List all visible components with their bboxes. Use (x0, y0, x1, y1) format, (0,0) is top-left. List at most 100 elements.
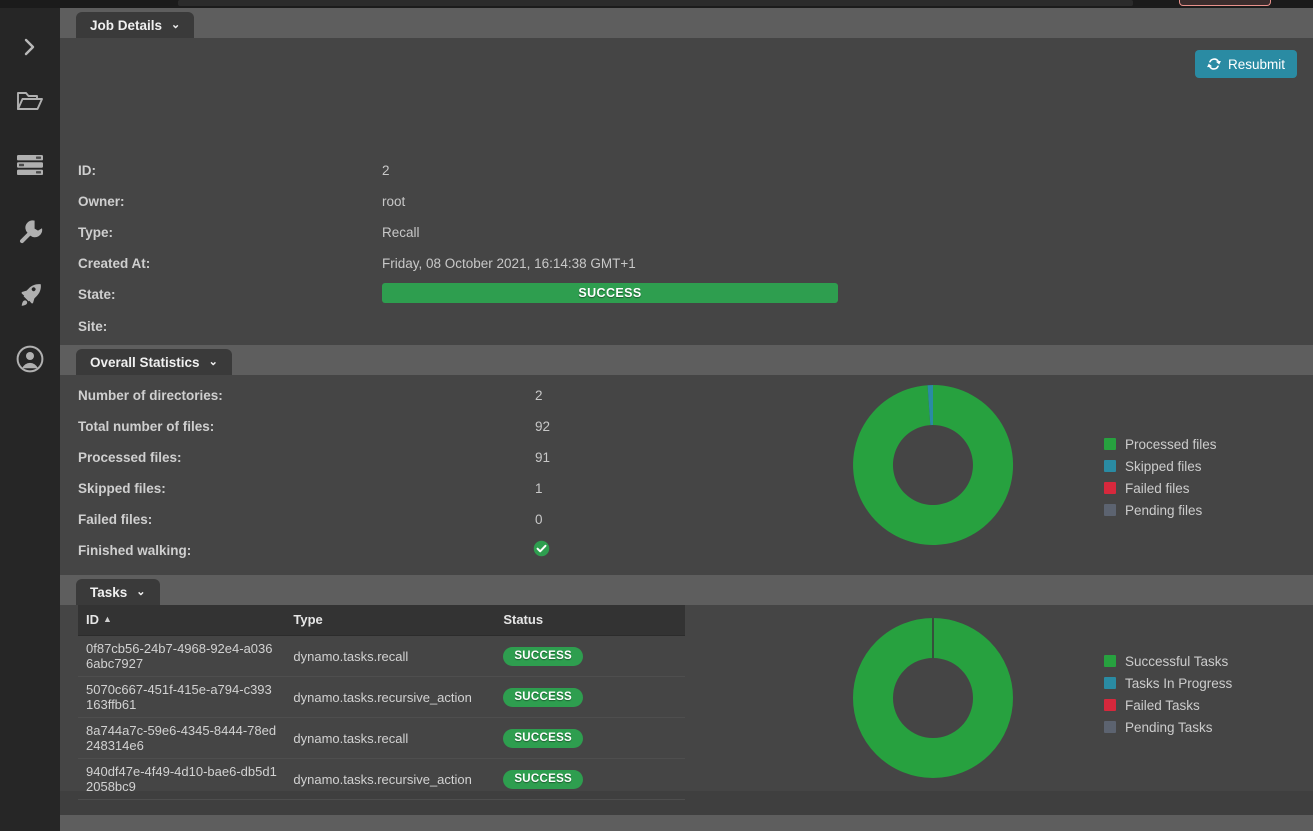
sort-ascending-icon: ▲ (103, 614, 112, 624)
sidebar (0, 8, 60, 831)
table-row[interactable]: 5070c667-451f-415e-a794-c393163ffb61 dyn… (78, 677, 685, 718)
cell-task-id: 5070c667-451f-415e-a794-c393163ffb61 (78, 677, 285, 718)
legend-label-pending-files: Pending files (1125, 503, 1202, 518)
field-value-owner: root (382, 193, 405, 211)
status-badge: SUCCESS (503, 770, 583, 789)
stat-row-directories: Number of directories: 2 (60, 387, 1313, 418)
tasks-tabbar: Tasks ⌄ (60, 575, 1313, 605)
rocket-icon (17, 282, 43, 308)
field-label-owner: Owner: (78, 193, 125, 211)
cell-task-type: dynamo.tasks.recursive_action (285, 759, 495, 800)
tab-tasks[interactable]: Tasks ⌄ (76, 579, 160, 605)
chevron-down-icon: ⌄ (171, 20, 180, 31)
resubmit-button[interactable]: Resubmit (1195, 50, 1297, 78)
stat-label-processed-files: Processed files: (78, 449, 182, 467)
stat-value-directories: 2 (535, 387, 543, 405)
legend-item-pending-tasks: Pending Tasks (1104, 716, 1232, 738)
legend-label-successful-tasks: Successful Tasks (1125, 654, 1228, 669)
legend-label-processed-files: Processed files (1125, 437, 1217, 452)
legend-label-failed-tasks: Failed Tasks (1125, 698, 1200, 713)
field-value-type: Recall (382, 224, 420, 242)
cell-task-type: dynamo.tasks.recursive_action (285, 677, 495, 718)
tasks-table: ID ▲ Type Status 0f87cb56-24b7-4968-92e4-… (78, 605, 685, 800)
stat-value-processed-files: 91 (535, 449, 550, 467)
tab-overall-statistics[interactable]: Overall Statistics ⌄ (76, 349, 232, 375)
wrench-icon (17, 218, 43, 244)
field-label-site: Site: (78, 318, 107, 336)
field-row-owner: Owner: root (60, 193, 1313, 224)
cell-task-status: SUCCESS (495, 718, 685, 759)
field-value-created-at: Friday, 08 October 2021, 16:14:38 GMT+1 (382, 255, 636, 273)
field-row-created-at: Created At: Friday, 08 October 2021, 16:… (60, 255, 1313, 286)
field-label-id: ID: (78, 162, 96, 180)
cell-task-type: dynamo.tasks.recall (285, 718, 495, 759)
files-donut-chart (848, 380, 1018, 555)
top-strip-action-button[interactable] (1179, 0, 1271, 6)
legend-label-skipped-files: Skipped files (1125, 459, 1202, 474)
tasks-chart-legend: Successful Tasks Tasks In Progress Faile… (1104, 650, 1232, 738)
job-details-panel: Resubmit ID: 2 Owner: root Type: Recall … (60, 38, 1313, 345)
server-icon (16, 153, 44, 177)
table-row[interactable]: 940df47e-4f49-4d10-bae6-db5d12058bc9 dyn… (78, 759, 685, 800)
table-row[interactable]: 0f87cb56-24b7-4968-92e4-a0366abc7927 dyn… (78, 636, 685, 677)
main-content: Job Details ⌄ Resubmit ID: 2 Owner: (60, 8, 1313, 831)
sidebar-item-expand[interactable] (0, 24, 60, 70)
cell-task-status: SUCCESS (495, 636, 685, 677)
state-badge: SUCCESS (382, 283, 838, 303)
legend-item-failed-tasks: Failed Tasks (1104, 694, 1232, 716)
field-value-id: 2 (382, 162, 390, 180)
field-label-created-at: Created At: (78, 255, 150, 273)
legend-item-failed-files: Failed files (1104, 477, 1217, 499)
column-header-type[interactable]: Type (285, 605, 495, 636)
resubmit-label: Resubmit (1228, 57, 1285, 72)
top-strip-field[interactable] (178, 0, 1133, 6)
chevron-down-icon: ⌄ (209, 357, 218, 368)
job-details-page: Job Details ⌄ Resubmit ID: 2 Owner: (0, 0, 1313, 831)
legend-label-failed-files: Failed files (1125, 481, 1190, 496)
field-row-type: Type: Recall (60, 224, 1313, 255)
legend-item-tasks-in-progress: Tasks In Progress (1104, 672, 1232, 694)
table-row[interactable]: 8a744a7c-59e6-4345-8444-78ed248314e6 dyn… (78, 718, 685, 759)
stat-label-failed-files: Failed files: (78, 511, 152, 529)
tasks-table-header-row: ID ▲ Type Status (78, 605, 685, 636)
user-circle-icon (16, 345, 44, 373)
top-strip (0, 0, 1313, 8)
legend-swatch-processed-files (1104, 438, 1116, 450)
legend-item-processed-files: Processed files (1104, 433, 1217, 455)
status-badge: SUCCESS (503, 647, 583, 666)
sidebar-item-tools[interactable] (0, 208, 60, 254)
legend-swatch-tasks-in-progress (1104, 677, 1116, 689)
status-badge: SUCCESS (503, 729, 583, 748)
tab-job-details[interactable]: Job Details ⌄ (76, 12, 194, 38)
stat-value-failed-files: 0 (535, 511, 543, 529)
cell-task-id: 0f87cb56-24b7-4968-92e4-a0366abc7927 (78, 636, 285, 677)
stat-label-directories: Number of directories: (78, 387, 223, 405)
legend-swatch-failed-files (1104, 482, 1116, 494)
field-label-type: Type: (78, 224, 113, 242)
legend-swatch-pending-files (1104, 504, 1116, 516)
stat-row-finished-walking: Finished walking: (60, 542, 1313, 573)
sidebar-item-account[interactable] (0, 336, 60, 382)
column-header-id[interactable]: ID ▲ (78, 605, 285, 636)
cell-task-status: SUCCESS (495, 759, 685, 800)
legend-swatch-successful-tasks (1104, 655, 1116, 667)
column-header-id-label: ID (86, 612, 99, 627)
column-header-status[interactable]: Status (495, 605, 685, 636)
tasks-panel: ID ▲ Type Status 0f87cb56-24b7-4968-92e4-… (60, 605, 1313, 791)
legend-label-pending-tasks: Pending Tasks (1125, 720, 1213, 735)
legend-item-successful-tasks: Successful Tasks (1104, 650, 1232, 672)
chevron-right-icon (22, 38, 38, 56)
sidebar-item-jobs[interactable] (0, 272, 60, 318)
legend-swatch-pending-tasks (1104, 721, 1116, 733)
sidebar-item-storage[interactable] (0, 142, 60, 188)
job-details-tabbar: Job Details ⌄ (60, 8, 1313, 38)
legend-item-skipped-files: Skipped files (1104, 455, 1217, 477)
chevron-down-icon: ⌄ (136, 587, 145, 598)
footer-bar (60, 815, 1313, 831)
stat-value-total-files: 92 (535, 418, 550, 436)
legend-swatch-failed-tasks (1104, 699, 1116, 711)
stat-label-total-files: Total number of files: (78, 418, 214, 436)
cell-task-id: 8a744a7c-59e6-4345-8444-78ed248314e6 (78, 718, 285, 759)
field-label-state: State: (78, 286, 116, 304)
sidebar-item-files[interactable] (0, 78, 60, 124)
